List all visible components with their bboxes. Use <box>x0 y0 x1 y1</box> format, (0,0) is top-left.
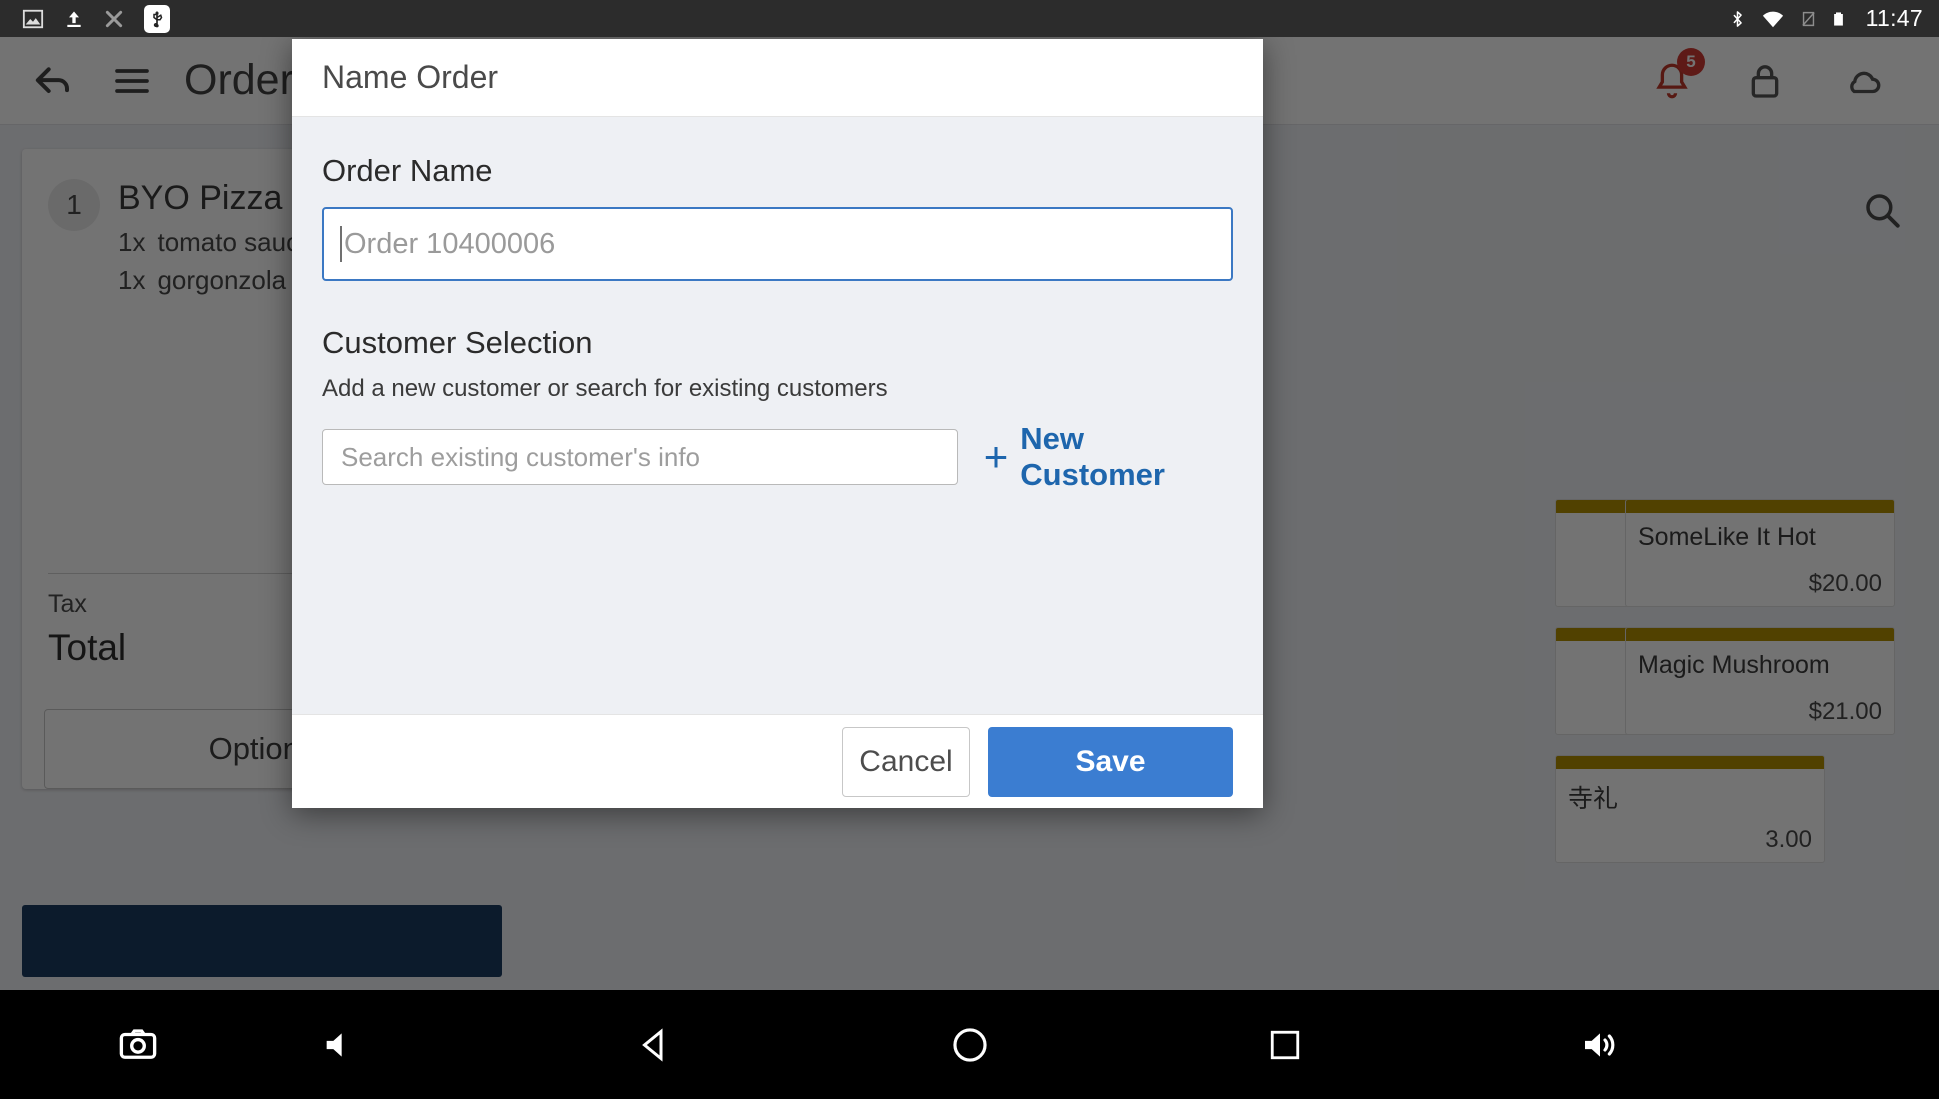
order-name-placeholder: Order 10400006 <box>344 227 556 260</box>
status-bar-left-icons <box>22 4 170 33</box>
android-status-bar: 11:47 <box>0 0 1939 37</box>
volume-up-icon[interactable] <box>1522 1025 1677 1065</box>
customer-selection-description: Add a new customer or search for existin… <box>322 375 888 402</box>
customer-selection-heading: Customer Selection <box>322 325 593 360</box>
signal-off-icon <box>1800 7 1817 31</box>
bluetooth-icon <box>1729 7 1746 31</box>
new-customer-button[interactable]: + New Customer <box>984 421 1233 493</box>
dialog-header: Name Order <box>292 39 1263 117</box>
new-customer-label: New Customer <box>1020 421 1165 492</box>
dialog-title: Name Order <box>322 59 499 95</box>
triangle-back-icon[interactable] <box>577 1027 732 1063</box>
customer-selection-row: Search existing customer's info + New Cu… <box>322 421 1233 493</box>
customer-search-input[interactable]: Search existing customer's info <box>322 429 958 485</box>
order-name-label: Order Name <box>322 153 493 188</box>
cancel-button[interactable]: Cancel <box>842 726 970 797</box>
wifi-icon <box>1760 8 1786 30</box>
status-bar-right-icons: 11:47 <box>1729 5 1923 32</box>
save-button[interactable]: Save <box>988 726 1233 797</box>
status-bar-clock: 11:47 <box>1865 5 1923 31</box>
square-recents-icon[interactable] <box>1207 1028 1362 1062</box>
battery-icon <box>1831 7 1846 31</box>
volume-down-icon[interactable] <box>262 1025 417 1065</box>
plus-icon: + <box>983 433 1009 480</box>
dialog-body: Order Name Order 10400006 Customer Selec… <box>292 117 1263 714</box>
circle-home-icon[interactable] <box>892 1026 1047 1064</box>
usb-icon <box>144 4 170 33</box>
customer-search-placeholder: Search existing customer's info <box>341 441 701 472</box>
order-name-input[interactable]: Order 10400006 <box>322 207 1233 281</box>
android-navigation-bar <box>0 990 1939 1099</box>
upload-icon <box>64 8 84 30</box>
camera-icon[interactable] <box>60 1024 215 1066</box>
device-screen: 11:47 Order 10400006 5 <box>0 0 1939 1099</box>
name-order-dialog: Name Order Order Name Order 10400006 Cus… <box>292 39 1263 808</box>
text-caret <box>340 226 342 262</box>
cut-icon <box>104 9 124 29</box>
image-icon <box>22 8 44 30</box>
dialog-footer: Cancel Save <box>292 714 1263 808</box>
